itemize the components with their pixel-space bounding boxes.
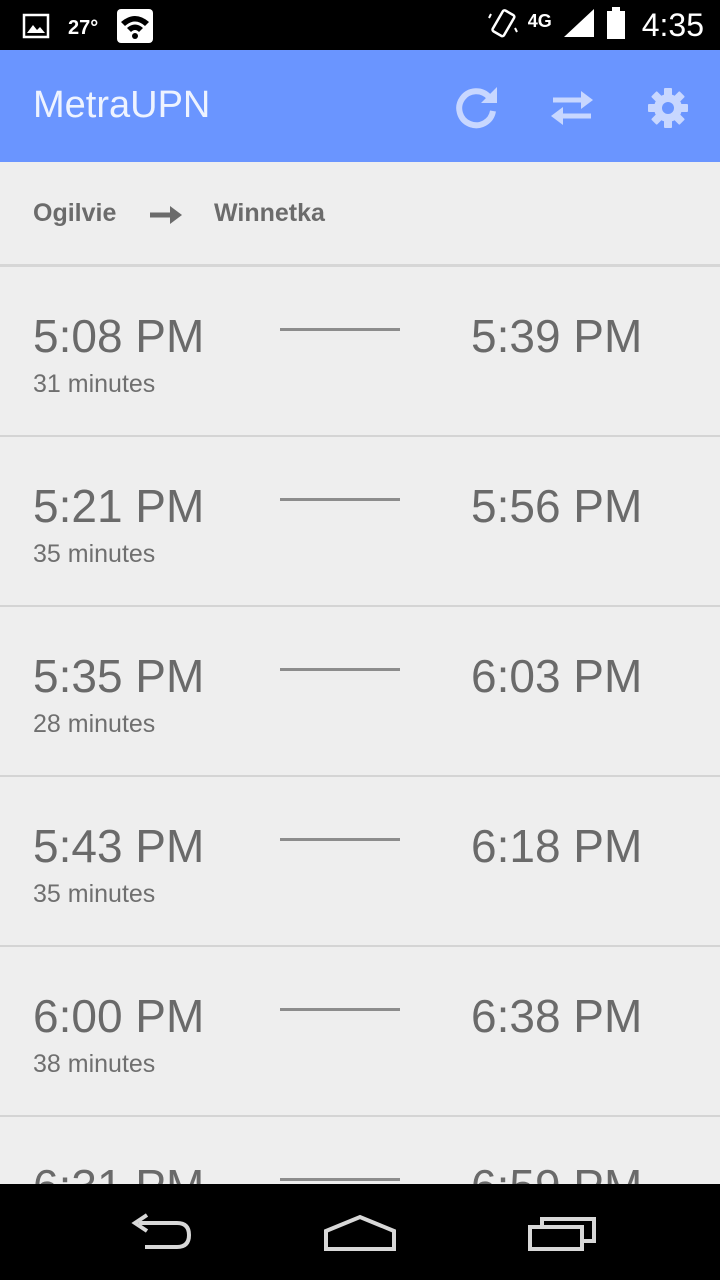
arrival-time: 6:38 PM bbox=[471, 990, 643, 1042]
trip-row[interactable]: 5:21 PM 35 minutes 5:56 PM bbox=[0, 437, 720, 607]
settings-icon[interactable] bbox=[642, 82, 694, 134]
trip-connector-line bbox=[280, 1008, 400, 1011]
trip-list[interactable]: 5:08 PM 31 minutes 5:39 PM 5:21 PM 35 mi… bbox=[0, 267, 720, 1184]
departure-time: 5:43 PM bbox=[33, 820, 205, 872]
trip-duration: 31 minutes bbox=[33, 370, 156, 398]
arrival-time: 6:03 PM bbox=[471, 650, 643, 702]
app-bar: MetraUPN bbox=[0, 50, 720, 162]
arrival-time: 5:39 PM bbox=[471, 310, 643, 362]
back-icon[interactable] bbox=[115, 1208, 205, 1258]
departure-time: 5:35 PM bbox=[33, 650, 205, 702]
trip-row[interactable]: 5:43 PM 35 minutes 6:18 PM bbox=[0, 777, 720, 947]
trip-connector-line bbox=[280, 1178, 400, 1181]
trip-row[interactable]: 5:08 PM 31 minutes 5:39 PM bbox=[0, 267, 720, 437]
trip-connector-line bbox=[280, 498, 400, 501]
wifi-icon bbox=[116, 8, 154, 48]
trip-row[interactable]: 6:31 PM 6:59 PM bbox=[0, 1117, 720, 1184]
refresh-icon[interactable] bbox=[450, 82, 502, 134]
departure-time: 5:08 PM bbox=[33, 310, 205, 362]
origin-station: Ogilvie bbox=[33, 199, 117, 227]
departure-time: 5:21 PM bbox=[33, 480, 205, 532]
arrival-time: 6:18 PM bbox=[471, 820, 643, 872]
trip-duration: 38 minutes bbox=[33, 1050, 156, 1078]
arrival-time: 6:59 PM bbox=[471, 1159, 642, 1184]
trip-connector-line bbox=[280, 838, 400, 841]
trip-row[interactable]: 6:00 PM 38 minutes 6:38 PM bbox=[0, 947, 720, 1117]
destination-station: Winnetka bbox=[214, 199, 325, 227]
clock: 4:35 bbox=[641, 6, 704, 43]
navigation-bar bbox=[0, 1184, 720, 1280]
arrival-time: 5:56 PM bbox=[471, 480, 643, 532]
image-icon bbox=[22, 13, 50, 43]
arrow-right-icon bbox=[148, 204, 184, 233]
swap-icon[interactable] bbox=[546, 82, 598, 134]
vibrate-icon bbox=[487, 6, 518, 44]
trip-connector-line bbox=[280, 328, 400, 331]
departure-time: 6:31 PM bbox=[33, 1159, 204, 1184]
trip-duration: 28 minutes bbox=[33, 710, 156, 738]
departure-time: 6:00 PM bbox=[33, 990, 205, 1042]
trip-row[interactable]: 5:35 PM 28 minutes 6:03 PM bbox=[0, 607, 720, 777]
route-header: Ogilvie Winnetka bbox=[0, 162, 720, 267]
app-title: MetraUPN bbox=[33, 84, 211, 126]
status-bar: 27° 4G 4:35 bbox=[0, 0, 720, 50]
recents-icon[interactable] bbox=[517, 1208, 607, 1258]
network-type: 4G bbox=[527, 10, 552, 31]
trip-duration: 35 minutes bbox=[33, 880, 156, 908]
home-icon[interactable] bbox=[315, 1208, 405, 1258]
trip-duration: 35 minutes bbox=[33, 540, 156, 568]
temperature: 27° bbox=[68, 16, 99, 39]
battery-icon bbox=[606, 6, 626, 44]
trip-connector-line bbox=[280, 668, 400, 671]
signal-icon bbox=[562, 7, 596, 43]
